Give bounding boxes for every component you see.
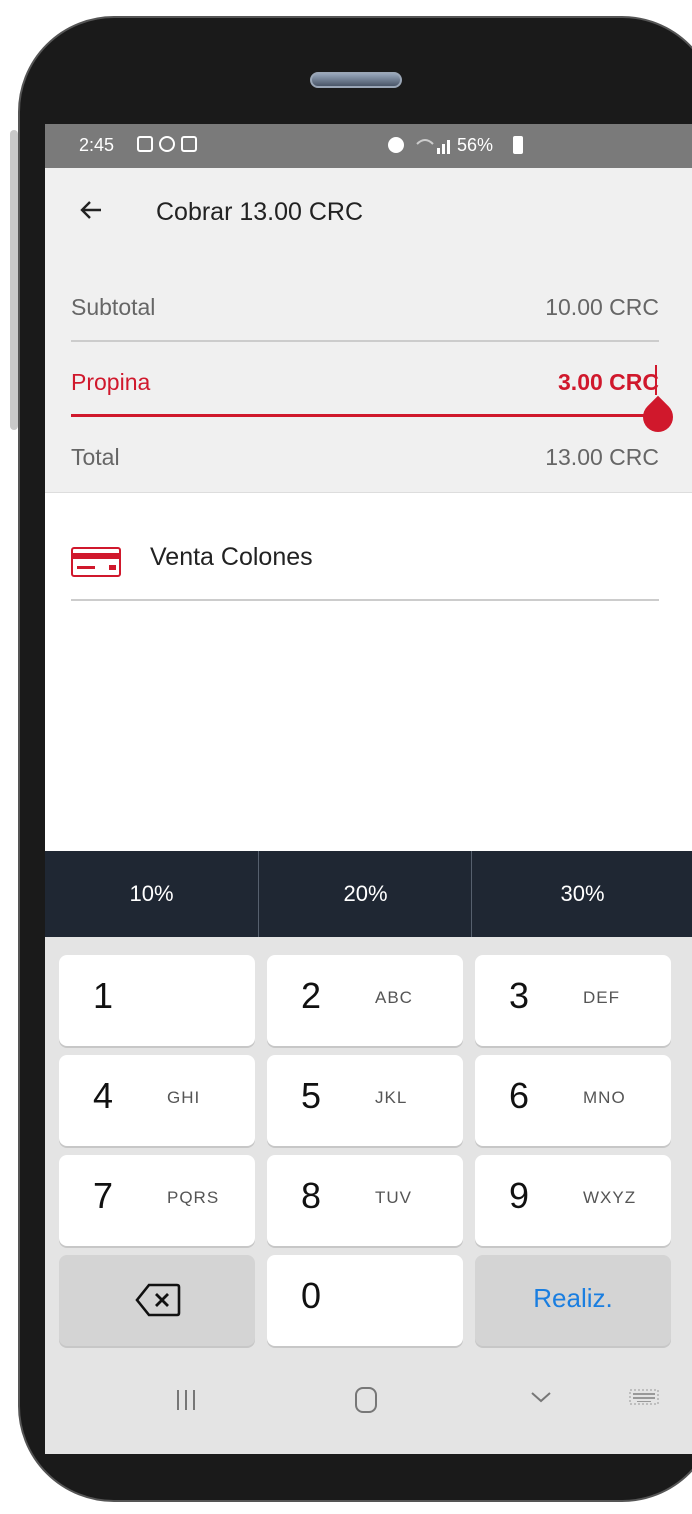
key-2[interactable]: 2 ABC [267, 955, 463, 1046]
key-letters: MNO [583, 1088, 626, 1107]
whatsapp-notification-icon [159, 136, 175, 152]
tip-percent-bar: 10% 20% 30% [45, 851, 692, 937]
cursor-handle[interactable] [636, 395, 680, 439]
key-digit: 7 [93, 1175, 114, 1216]
app-bar: Cobrar 13.00 CRC [45, 168, 692, 252]
phone-earpiece [310, 72, 402, 88]
key-letters: DEF [583, 988, 620, 1007]
alarm-icon [388, 137, 404, 153]
app-notification-icon [181, 136, 197, 152]
backspace-key[interactable] [59, 1255, 255, 1346]
total-value: 13.00 CRC [545, 444, 659, 470]
battery-percent: 56% [457, 135, 494, 155]
tip-30-button[interactable]: 30% [471, 851, 692, 937]
key-letters: JKL [375, 1088, 408, 1107]
subtotal-label: Subtotal [71, 294, 156, 320]
status-bar: 2:45 56% [45, 124, 692, 168]
divider [71, 599, 659, 601]
key-letters: WXYZ [583, 1188, 637, 1207]
credit-card-icon [71, 547, 121, 577]
key-digit: 8 [301, 1175, 322, 1216]
payment-method-label[interactable]: Venta Colones [150, 543, 313, 572]
page-title: Cobrar 13.00 CRC [156, 198, 364, 226]
key-1[interactable]: 1 [59, 955, 255, 1046]
key-digit: 5 [301, 1075, 322, 1116]
key-letters: ABC [375, 988, 413, 1007]
key-digit: 3 [509, 975, 530, 1016]
key-digit: 1 [93, 975, 114, 1016]
keyboard-icon[interactable] [629, 1389, 659, 1405]
key-9[interactable]: 9 WXYZ [475, 1155, 671, 1246]
tip-label: Propina [71, 369, 151, 395]
home-icon[interactable] [355, 1387, 377, 1413]
phone-side-button [10, 130, 18, 430]
done-label: Realiz. [533, 1283, 613, 1313]
system-nav-bar [45, 1367, 692, 1454]
key-digit: 0 [301, 1275, 322, 1316]
wifi-signal-icon [416, 139, 450, 154]
key-0[interactable]: 0 [267, 1255, 463, 1346]
battery-icon [513, 136, 523, 154]
subtotal-value: 10.00 CRC [545, 294, 659, 320]
chevron-down-icon[interactable] [530, 1389, 552, 1405]
key-6[interactable]: 6 MNO [475, 1055, 671, 1146]
tip-input[interactable]: 3.00 CRC [558, 369, 659, 396]
recent-apps-icon[interactable] [175, 1390, 197, 1410]
status-time: 2:45 [79, 135, 115, 155]
divider [71, 340, 659, 342]
key-5[interactable]: 5 JKL [267, 1055, 463, 1146]
key-3[interactable]: 3 DEF [475, 955, 671, 1046]
key-4[interactable]: 4 GHI [59, 1055, 255, 1146]
key-digit: 6 [509, 1075, 530, 1116]
tip-20-button[interactable]: 20% [258, 851, 472, 937]
total-label: Total [71, 444, 120, 470]
tip-10-button[interactable]: 10% [45, 851, 258, 937]
key-digit: 4 [93, 1075, 114, 1116]
key-letters: GHI [167, 1088, 201, 1107]
key-letters: PQRS [167, 1188, 220, 1207]
backspace-icon [135, 1283, 181, 1317]
gallery-notification-icon [137, 136, 153, 152]
key-7[interactable]: 7 PQRS [59, 1155, 255, 1246]
text-cursor [655, 365, 657, 395]
key-digit: 2 [301, 975, 322, 1016]
payment-methods: Venta Colones [45, 493, 692, 851]
key-digit: 9 [509, 1175, 530, 1216]
key-letters: TUV [375, 1188, 412, 1207]
done-key[interactable]: Realiz. [475, 1255, 671, 1346]
tip-input-underline [71, 414, 657, 417]
back-arrow-icon[interactable] [75, 194, 107, 226]
screen: 2:45 56% Cobrar 13.00 CRC Subtotal 10.00… [45, 124, 692, 1454]
key-8[interactable]: 8 TUV [267, 1155, 463, 1246]
